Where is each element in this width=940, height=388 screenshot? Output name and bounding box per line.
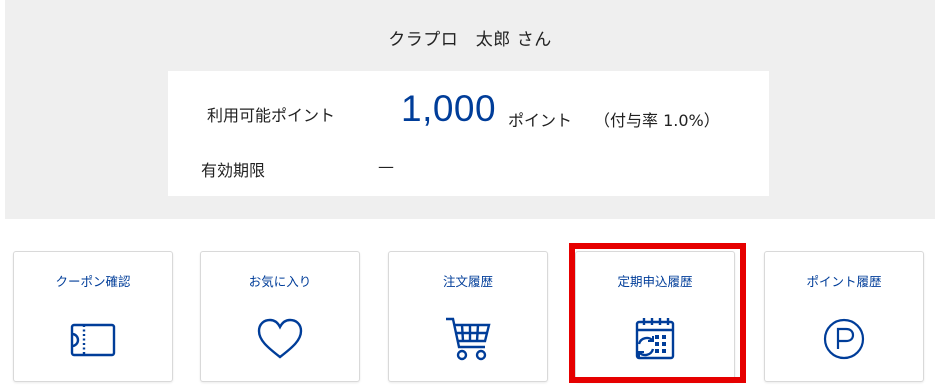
- calendar-refresh-icon: [630, 314, 680, 364]
- available-points-label: 利用可能ポイント: [207, 106, 336, 125]
- menu-tile-label: お気に入り: [248, 274, 312, 289]
- menu-tile-favorites[interactable]: お気に入り: [200, 251, 360, 382]
- heart-icon: [255, 314, 305, 364]
- menu-tile-point-history[interactable]: ポイント履歴: [764, 251, 924, 382]
- menu-tile-label: 注文履歴: [442, 274, 493, 289]
- point-circle-icon: [819, 314, 869, 364]
- menu-tile-coupon[interactable]: クーポン確認: [13, 251, 173, 382]
- points-unit: ポイント: [508, 111, 573, 130]
- expiry-label: 有効期限: [201, 161, 266, 180]
- user-name: クラプロ 太郎 さん: [388, 30, 552, 50]
- cart-icon: [443, 314, 493, 364]
- points-rate: （付与率 1.0%）: [594, 111, 720, 130]
- menu-tile-label: クーポン確認: [55, 274, 131, 289]
- menu-tile-label: ポイント履歴: [806, 274, 882, 289]
- available-points-value: 1,000: [401, 88, 497, 129]
- menu-tile-subscription-history[interactable]: 定期申込履歴: [575, 251, 735, 382]
- points-card: 利用可能ポイント 1,000 ポイント （付与率 1.0%） 有効期限 —: [168, 71, 769, 196]
- menu-tile-order-history[interactable]: 注文履歴: [388, 251, 548, 382]
- member-summary-panel: クラプロ 太郎 さん 利用可能ポイント 1,000 ポイント （付与率 1.0%…: [5, 0, 935, 219]
- expiry-value: —: [378, 157, 394, 176]
- menu-tile-label: 定期申込履歴: [617, 274, 693, 289]
- coupon-icon: [68, 314, 118, 364]
